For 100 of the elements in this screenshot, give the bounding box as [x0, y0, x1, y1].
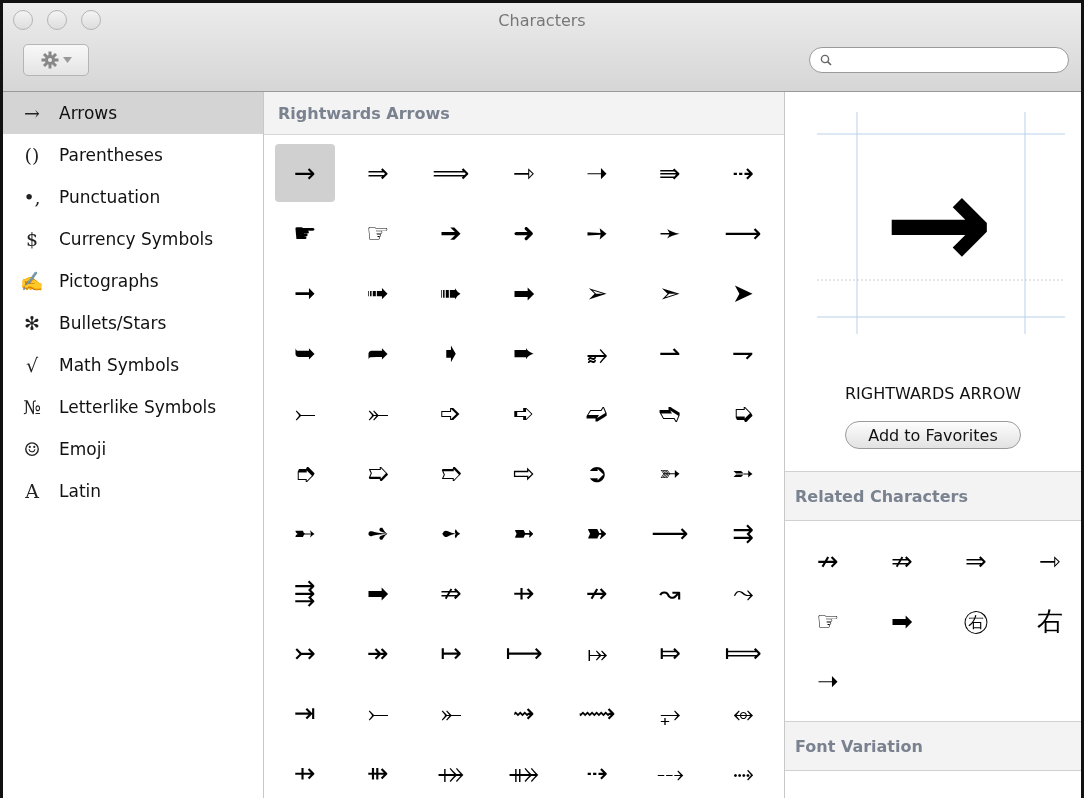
character-cell[interactable]: ➭ — [713, 384, 773, 442]
character-cell[interactable]: ⇸ — [275, 744, 335, 798]
character-cell[interactable]: ➦ — [348, 324, 408, 382]
character-cell[interactable]: ☞ — [348, 204, 408, 262]
character-cell[interactable]: ➢ — [567, 264, 627, 322]
character-cell[interactable]: ⇉ — [713, 504, 773, 562]
related-character[interactable]: ➡ — [865, 591, 939, 651]
related-character[interactable]: ⇒ — [939, 531, 1013, 591]
character-cell[interactable]: ⤚ — [348, 684, 408, 742]
character-cell[interactable]: ⟶ — [713, 204, 773, 262]
character-cell[interactable]: → — [275, 144, 335, 202]
character-cell[interactable]: ➥ — [275, 324, 335, 382]
category-item[interactable]: ✍ Pictographs — [3, 260, 263, 302]
character-cell[interactable]: ⤚ — [275, 384, 335, 442]
character-cell[interactable]: ⤏ — [640, 744, 700, 798]
character-cell[interactable]: ➳ — [640, 444, 700, 502]
character-cell[interactable]: ➡ — [494, 264, 554, 322]
character-cell[interactable]: ⤜ — [348, 384, 408, 442]
character-cell[interactable]: ⇒ — [348, 144, 408, 202]
character-cell[interactable]: ↦ — [421, 624, 481, 682]
character-cell[interactable]: ⇏ — [421, 564, 481, 622]
character-cell[interactable]: ⟹ — [421, 144, 481, 202]
character-cell[interactable]: ➬ — [640, 384, 700, 442]
character-cell[interactable]: ➺ — [348, 504, 408, 562]
character-cell[interactable]: ➠ — [421, 264, 481, 322]
character-cell[interactable]: ➤ — [713, 264, 773, 322]
character-cell[interactable]: ⟾ — [713, 624, 773, 682]
add-to-favorites-button[interactable]: Add to Favorites — [845, 421, 1021, 449]
character-cell[interactable]: ⇾ — [494, 144, 554, 202]
category-item[interactable]: ☺ Emoji — [3, 428, 263, 470]
character-cell[interactable]: ➲ — [567, 444, 627, 502]
category-item[interactable]: → Arrows — [3, 92, 263, 134]
character-cell[interactable]: ➔ — [421, 204, 481, 262]
character-cell[interactable]: ➵ — [713, 444, 773, 502]
related-character[interactable]: ☞ — [791, 591, 865, 651]
character-cell[interactable]: ⇨ — [494, 444, 554, 502]
character-cell[interactable]: ⇶ — [275, 564, 335, 622]
character-cell[interactable]: ➡ — [348, 564, 408, 622]
character-cell[interactable]: ➽ — [567, 504, 627, 562]
character-cell[interactable]: ➮ — [275, 444, 335, 502]
character-cell[interactable]: ⤁ — [494, 744, 554, 798]
character-cell[interactable]: ➧ — [421, 324, 481, 382]
character-cell[interactable]: ⇻ — [348, 744, 408, 798]
related-character[interactable]: ⇾ — [1013, 531, 1081, 591]
character-cell[interactable]: ⇢ — [567, 744, 627, 798]
character-cell[interactable]: ➜ — [494, 204, 554, 262]
character-cell[interactable]: ↣ — [275, 624, 335, 682]
action-menu-button[interactable] — [23, 44, 89, 76]
related-character[interactable]: ㊨ — [939, 591, 1013, 651]
character-cell[interactable]: ➻ — [421, 504, 481, 562]
character-cell[interactable]: ⇸ — [494, 564, 554, 622]
category-item[interactable]: •, Punctuation — [3, 176, 263, 218]
related-character[interactable]: ⇏ — [865, 531, 939, 591]
character-cell[interactable]: ⥅ — [640, 684, 700, 742]
minimize-button[interactable] — [47, 10, 67, 30]
character-cell[interactable]: ⇀ — [640, 324, 700, 382]
character-cell[interactable]: ⇛ — [640, 144, 700, 202]
category-item[interactable]: A Latin — [3, 470, 263, 512]
close-button[interactable] — [13, 10, 33, 30]
category-item[interactable]: $ Currency Symbols — [3, 218, 263, 260]
character-cell[interactable]: ⟼ — [494, 624, 554, 682]
character-cell[interactable]: ➫ — [567, 384, 627, 442]
character-cell[interactable]: ➸ — [275, 504, 335, 562]
character-cell[interactable]: ⇢ — [713, 144, 773, 202]
character-cell[interactable]: ➙ — [567, 204, 627, 262]
character-cell[interactable]: ➞ — [275, 264, 335, 322]
character-cell[interactable]: ➨ — [494, 324, 554, 382]
character-cell[interactable]: ⤀ — [421, 744, 481, 798]
category-item[interactable]: √ Math Symbols — [3, 344, 263, 386]
character-cell[interactable]: ↠ — [348, 624, 408, 682]
category-item[interactable]: () Parentheses — [3, 134, 263, 176]
character-cell[interactable]: ↛ — [567, 564, 627, 622]
related-character[interactable]: ↛ — [791, 531, 865, 591]
character-cell[interactable]: ⇝ — [494, 684, 554, 742]
character-cell[interactable]: ↝ — [640, 564, 700, 622]
related-character[interactable]: 右 — [1013, 591, 1081, 651]
character-cell[interactable]: ⤇ — [640, 624, 700, 682]
category-item[interactable]: ✻ Bullets/Stars — [3, 302, 263, 344]
related-character[interactable]: ➝ — [791, 651, 865, 711]
character-cell[interactable]: ⤳ — [713, 564, 773, 622]
character-cell[interactable]: ⤜ — [421, 684, 481, 742]
character-cell[interactable]: ⤅ — [567, 624, 627, 682]
category-item[interactable]: № Letterlike Symbols — [3, 386, 263, 428]
character-cell[interactable]: ⤑ — [713, 744, 773, 798]
character-cell[interactable]: ➛ — [640, 204, 700, 262]
character-cell[interactable]: ⥵ — [567, 324, 627, 382]
character-cell[interactable]: ⟶ — [640, 504, 700, 562]
character-cell[interactable]: ⥈ — [713, 684, 773, 742]
search-field[interactable] — [809, 47, 1069, 73]
character-cell[interactable]: ➪ — [494, 384, 554, 442]
character-cell[interactable]: ➯ — [348, 444, 408, 502]
character-cell[interactable]: ⇁ — [713, 324, 773, 382]
character-cell[interactable]: ➱ — [421, 444, 481, 502]
character-cell[interactable]: ➝ — [567, 144, 627, 202]
zoom-button[interactable] — [81, 10, 101, 30]
character-cell[interactable]: ➼ — [494, 504, 554, 562]
character-cell[interactable]: ⟿ — [567, 684, 627, 742]
character-cell[interactable]: ➩ — [421, 384, 481, 442]
character-cell[interactable]: ➟ — [348, 264, 408, 322]
character-cell[interactable]: ☛ — [275, 204, 335, 262]
